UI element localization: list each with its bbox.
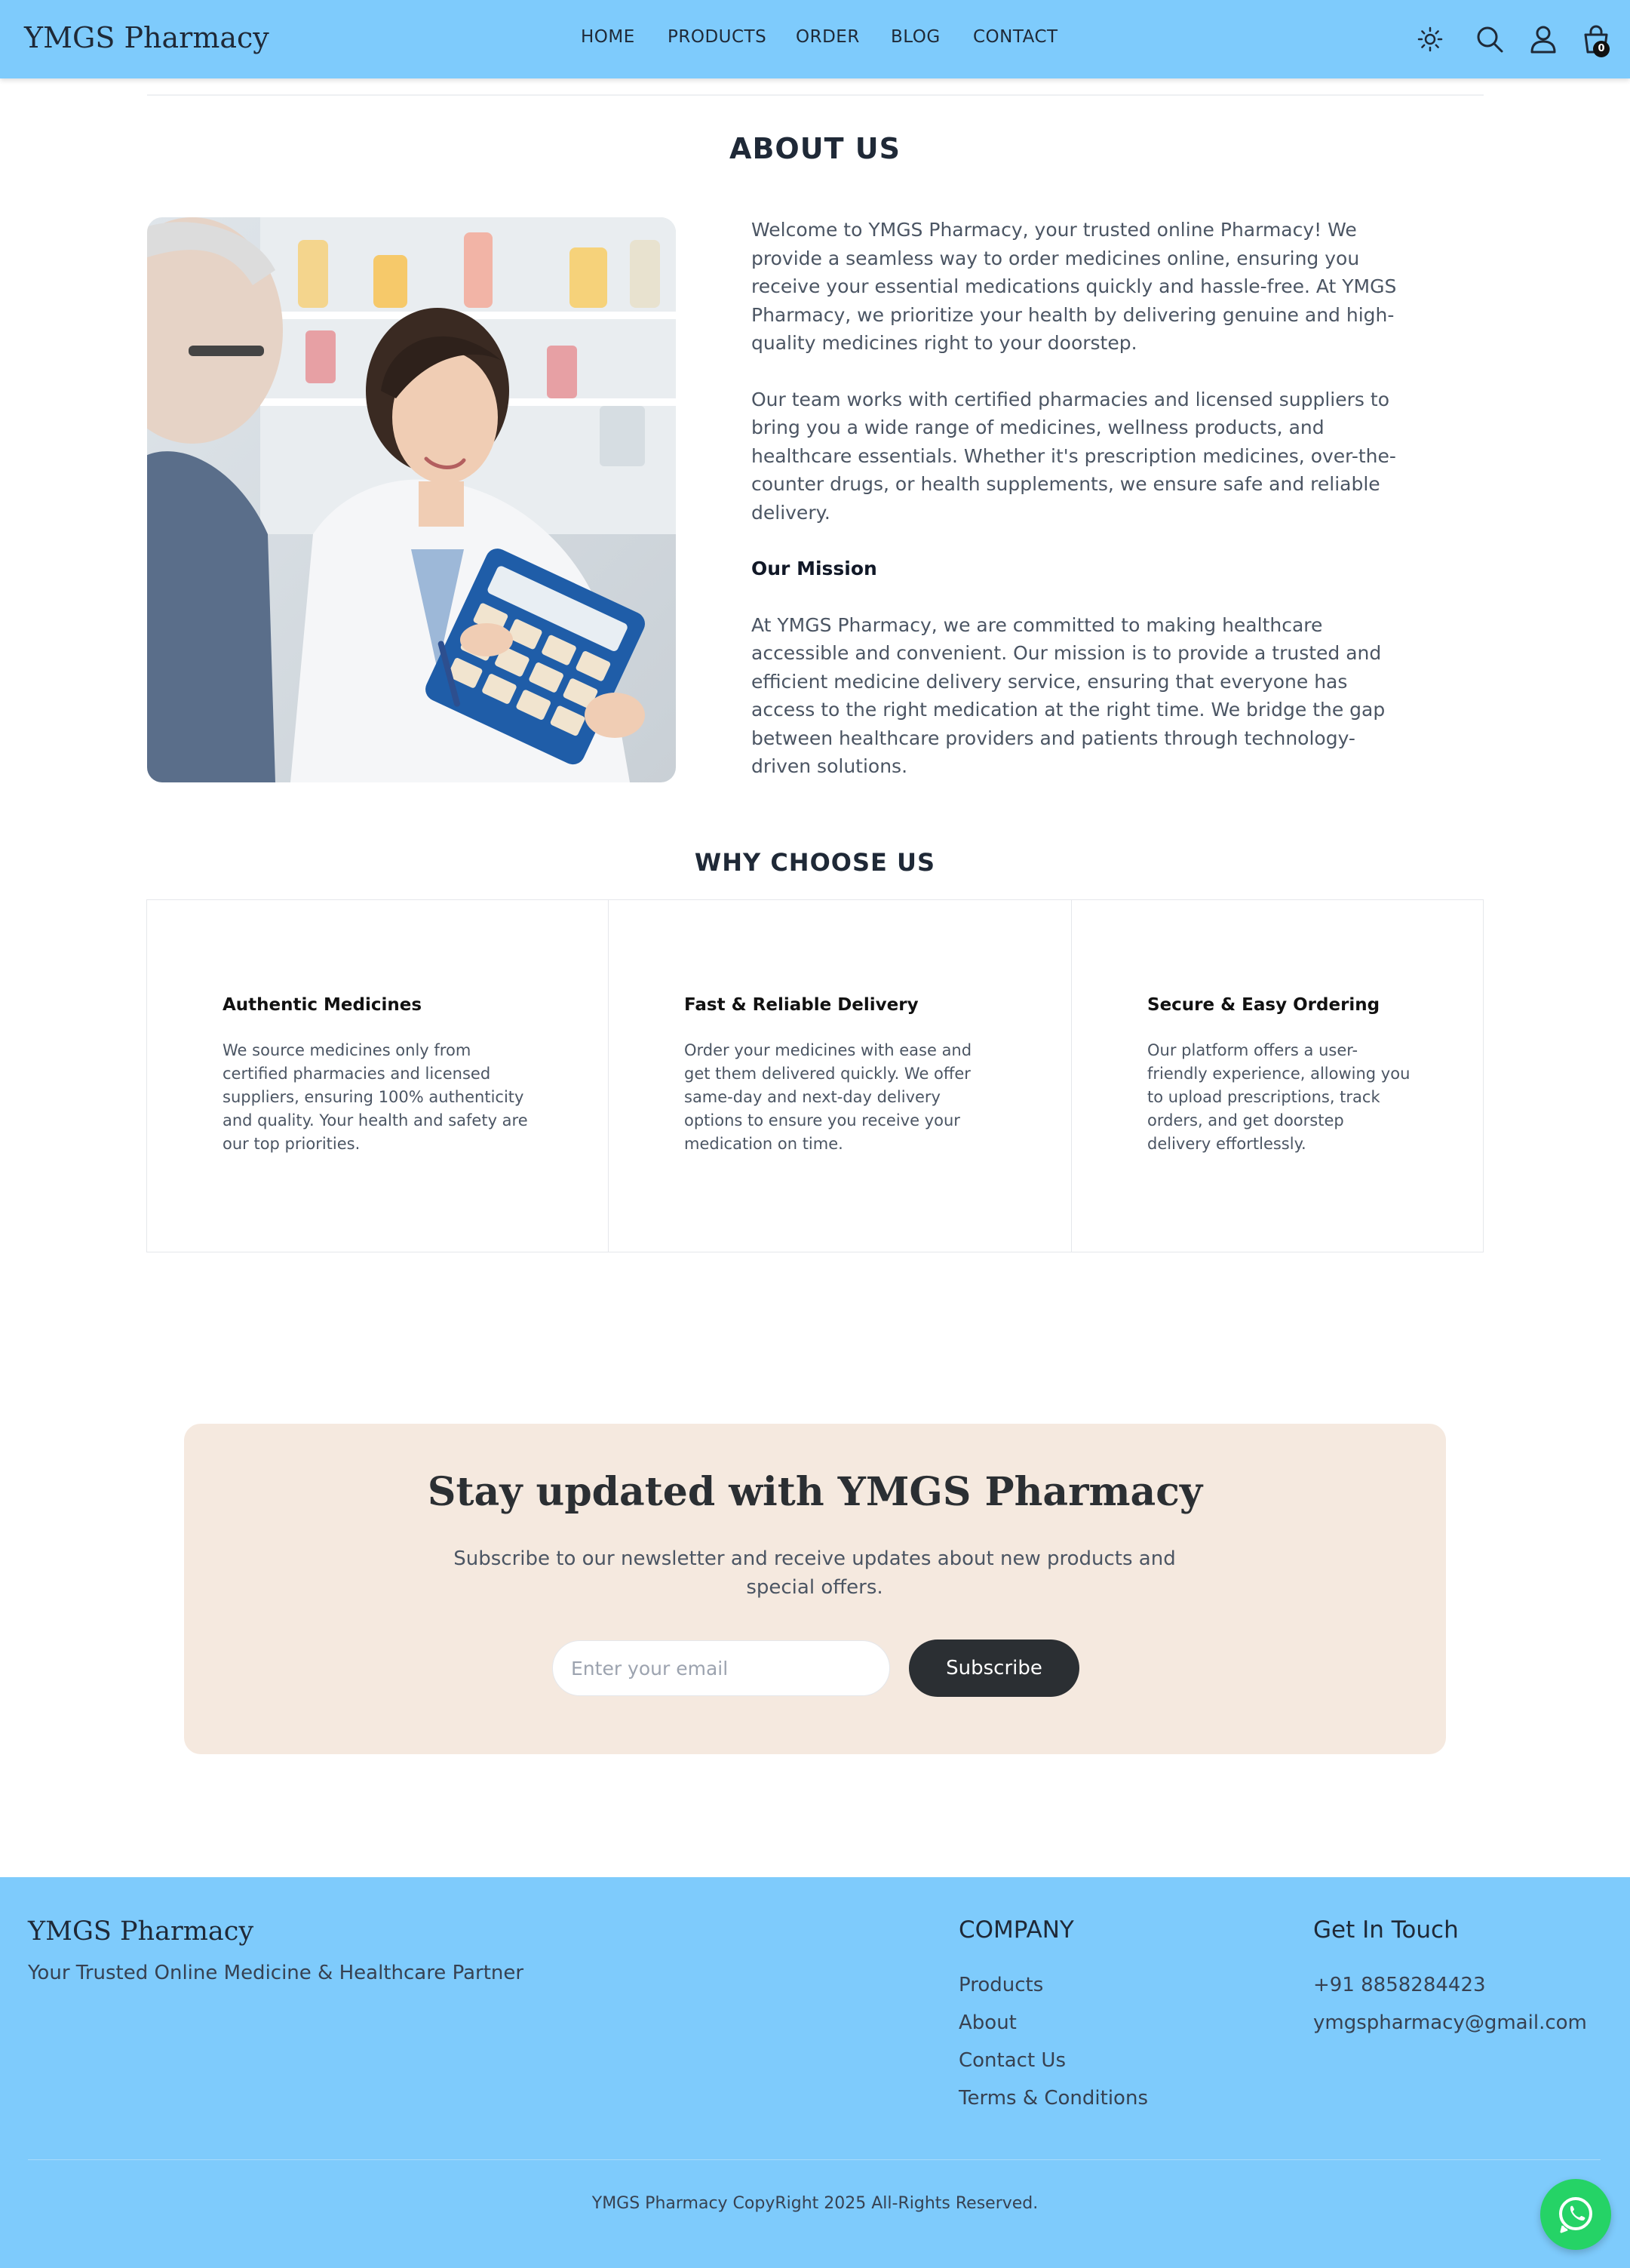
mission-heading: Our Mission xyxy=(751,558,877,579)
footer-link-terms[interactable]: Terms & Conditions xyxy=(959,2087,1148,2110)
footer-phone[interactable]: +91 8858284423 xyxy=(1313,1974,1486,1996)
nav-link-products[interactable]: PRODUCTS xyxy=(668,27,766,47)
feature-card-text: We source medicines only from certified … xyxy=(223,1041,528,1153)
footer-brand: YMGS Pharmacy xyxy=(28,1916,254,1947)
section-divider xyxy=(147,94,1484,96)
footer-divider xyxy=(28,2159,1601,2160)
why-choose-title: WHY CHOOSE US xyxy=(694,848,936,877)
navbar: YMGS Pharmacy HOME PRODUCTS ORDER BLOG C… xyxy=(0,0,1630,78)
footer-tagline: Your Trusted Online Medicine & Healthcar… xyxy=(28,1962,524,1984)
about-paragraph-2: Our team works with certified pharmacies… xyxy=(751,388,1396,524)
feature-card-title: Secure & Easy Ordering xyxy=(1147,995,1380,1015)
mission-paragraph: At YMGS Pharmacy, we are committed to ma… xyxy=(751,613,1386,778)
feature-card-text: Order your medicines with ease and get t… xyxy=(684,1041,972,1153)
pharmacist-photo xyxy=(147,217,676,782)
newsletter-section: Stay updated with YMGS Pharmacy Subscrib… xyxy=(184,1424,1446,1754)
sun-icon[interactable] xyxy=(1415,24,1445,54)
feature-card-title: Authentic Medicines xyxy=(223,995,422,1015)
footer-contact-heading: Get In Touch xyxy=(1313,1916,1459,1944)
newsletter-subtitle: Subscribe to our newsletter and receive … xyxy=(453,1547,1176,1599)
cart-count-badge: 0 xyxy=(1593,41,1610,57)
whatsapp-icon xyxy=(1559,2197,1592,2233)
user-icon[interactable] xyxy=(1528,24,1558,54)
footer-copyright: YMGS Pharmacy CopyRight 2025 All-Rights … xyxy=(591,2194,1039,2213)
newsletter-title: Stay updated with YMGS Pharmacy xyxy=(427,1469,1203,1515)
feature-card-title: Fast & Reliable Delivery xyxy=(684,995,919,1015)
feature-card-text: Our platform offers a user-friendly expe… xyxy=(1147,1041,1411,1153)
footer-link-about[interactable]: About xyxy=(959,2011,1017,2034)
footer-link-contact-us[interactable]: Contact Us xyxy=(959,2049,1066,2072)
newsletter-email-input[interactable] xyxy=(552,1640,890,1696)
nav-link-blog[interactable]: BLOG xyxy=(891,27,941,47)
nav-link-home[interactable]: HOME xyxy=(581,27,635,47)
main-menu: HOME PRODUCTS ORDER BLOG CONTACT xyxy=(0,27,1630,53)
footer-link-products[interactable]: Products xyxy=(959,1974,1043,1996)
nav-link-contact[interactable]: CONTACT xyxy=(973,27,1058,47)
feature-card-delivery: Fast & Reliable Delivery Order your medi… xyxy=(608,899,1072,1252)
search-icon[interactable] xyxy=(1475,24,1505,54)
feature-card-ordering: Secure & Easy Ordering Our platform offe… xyxy=(1071,899,1484,1252)
subscribe-button[interactable]: Subscribe xyxy=(909,1640,1079,1697)
about-paragraph-1: Welcome to YMGS Pharmacy, your trusted o… xyxy=(751,219,1397,354)
about-title: ABOUT US xyxy=(729,132,901,165)
footer-company-heading: COMPANY xyxy=(959,1916,1074,1944)
footer: YMGS Pharmacy Your Trusted Online Medici… xyxy=(0,1877,1630,2268)
nav-link-order[interactable]: ORDER xyxy=(796,27,860,47)
footer-email[interactable]: ymgspharmacy@gmail.com xyxy=(1313,2011,1587,2034)
about-text-block: Welcome to YMGS Pharmacy, your trusted o… xyxy=(751,216,1415,809)
feature-card-authentic: Authentic Medicines We source medicines … xyxy=(146,899,609,1252)
whatsapp-chat-button[interactable] xyxy=(1540,2179,1611,2250)
